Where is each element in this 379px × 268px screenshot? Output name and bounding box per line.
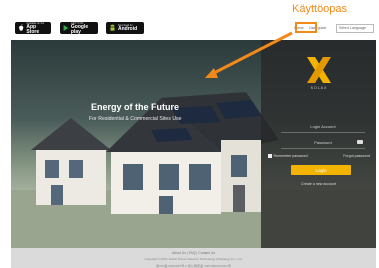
annotation-label: Käyttöopas [292, 3, 348, 15]
annotation-highlight-box [295, 22, 317, 33]
footer-icp: 浙ICP备19002845号-2 浙公网安备 33010602011021号 [155, 264, 232, 268]
android-icon [110, 24, 115, 31]
google-play-icon [63, 25, 69, 31]
login-button[interactable]: Login [291, 165, 351, 175]
footer-links[interactable]: About Us | FAQ | Contact Us [11, 251, 376, 255]
language-select[interactable]: Select Language [336, 24, 374, 33]
solax-logo [307, 57, 331, 83]
solax-logo-text: SOLAX [310, 86, 328, 90]
password-input[interactable]: Password [281, 138, 365, 149]
android-badge[interactable]: Download for Android [106, 22, 144, 34]
google-play-label: Google play [70, 23, 89, 35]
apple-icon [19, 24, 24, 31]
app-store-label: App Store [26, 23, 40, 35]
hero-subtitle: For Residential & Commercial Sites Use [89, 116, 182, 122]
web-page: Available on the App Store GET IT ON Googl… [11, 18, 376, 268]
top-bar: Available on the App Store GET IT ON Googl… [11, 18, 376, 40]
hero-title: Energy of the Future [91, 102, 180, 112]
account-input[interactable]: Login Account [281, 122, 365, 133]
android-label: Android [118, 26, 138, 32]
login-panel: SOLAX Login Account Password Remember pa… [261, 40, 376, 248]
create-account-link[interactable]: Create a new account [261, 182, 376, 186]
remember-label: Remember password [273, 154, 308, 158]
footer-copyright: Copyright ©2021 SolaX Power Network Tech… [144, 257, 243, 261]
forgot-password-link[interactable]: Forgot password [343, 154, 370, 158]
footer: About Us | FAQ | Contact Us Copyright ©2… [11, 248, 376, 268]
remember-password[interactable]: Remember password [268, 154, 308, 158]
app-store-badge[interactable]: Available on the App Store [15, 22, 51, 34]
password-placeholder: Password [314, 140, 332, 145]
remember-checkbox[interactable] [268, 154, 272, 158]
google-play-badge[interactable]: GET IT ON Google play [60, 22, 98, 34]
eye-icon[interactable] [357, 140, 363, 144]
